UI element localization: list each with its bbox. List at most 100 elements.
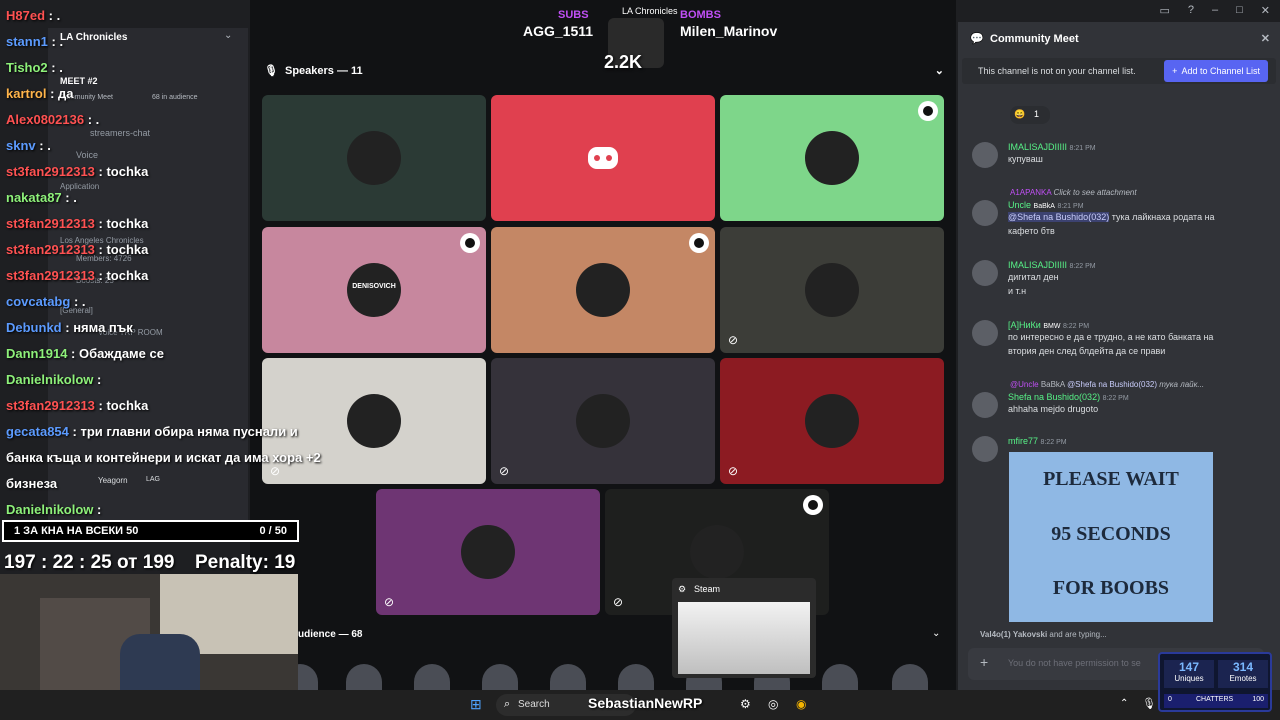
left-player-name: AGG_1511: [523, 23, 594, 39]
message-body: дигитал ден: [1008, 272, 1059, 282]
stream-chat-line: бизнеза: [6, 476, 57, 491]
steam-taskbar-preview[interactable]: ⚙ Steam: [672, 578, 816, 678]
reply-author: A1APANKA: [1010, 188, 1052, 197]
message-author[interactable]: IMALISAJDIIIII: [1008, 260, 1067, 270]
message-time: 8:21 PM: [1069, 145, 1096, 152]
avatar[interactable]: [972, 392, 998, 418]
typing-user: Yakovski: [1012, 630, 1048, 639]
stream-chat-line: sknv : .: [6, 138, 51, 153]
chat-username: st3fan2912313: [6, 242, 95, 257]
chat-username: Alex0802136: [6, 112, 85, 127]
steam-taskbar-icon[interactable]: ⚙: [740, 697, 751, 711]
chevron-down-icon[interactable]: ⌄: [935, 64, 944, 77]
chat-text: :: [97, 502, 102, 517]
message-author[interactable]: Shefa na Bushido(032): [1008, 392, 1100, 402]
close-icon[interactable]: ✕: [1261, 32, 1270, 45]
chat-username: sknv: [6, 138, 36, 153]
minimize-button[interactable]: –: [1212, 4, 1218, 17]
emotes-stat: 314 Emotes: [1218, 660, 1268, 688]
tile-skeleton[interactable]: [720, 95, 944, 221]
timer-value: 197 : 22 : 25: [4, 552, 112, 573]
typing-indicator: Val4o(1) Yakovski and are typing...: [980, 630, 1107, 639]
chat-text: : tochka: [98, 268, 149, 283]
countdown-timer: 197 : 22 : 25 от 199: [4, 552, 174, 574]
message-body: тука лайкнаха родата на: [1111, 212, 1215, 222]
stream-title: SebastianNewRP: [588, 695, 703, 711]
message-header: Uncle BaBkA 8:21 PM: [1008, 200, 1084, 210]
chevron-up-icon[interactable]: ⌃: [1120, 698, 1128, 709]
message-author[interactable]: [A]НиКи: [1008, 320, 1041, 330]
chat-username: st3fan2912313: [6, 164, 95, 179]
windows-start-icon[interactable]: ⊞: [470, 696, 482, 713]
emoji-icon: 😄: [1014, 109, 1026, 119]
muted-mic-icon: ⊘: [499, 464, 510, 478]
chat-text: : Обаждаме се: [71, 346, 164, 361]
stream-chat-line: nakata87 : .: [6, 190, 77, 205]
message-author[interactable]: mfire77: [1008, 436, 1038, 446]
avatar[interactable]: [972, 200, 998, 226]
muted-mic-icon: ⊘: [728, 464, 739, 478]
chrome-taskbar-icon[interactable]: ◉: [796, 697, 806, 711]
message-time: 8:22 PM: [1040, 439, 1067, 446]
add-to-channel-list-button[interactable]: + Add to Channel List: [1164, 60, 1268, 82]
shield-icon: [803, 495, 823, 515]
tile-discord[interactable]: [491, 95, 715, 221]
stream-chat-line: Alex0802136 : .: [6, 112, 99, 127]
chat-text: : .: [51, 60, 63, 75]
avatar[interactable]: [972, 260, 998, 286]
reaction-pill[interactable]: 😄 1: [1010, 106, 1050, 124]
chat-username: Danielnikolow: [6, 372, 94, 387]
reply-preview[interactable]: A1APANKA Click to see attachment: [1010, 188, 1137, 197]
message-text: втория ден след блдейта да се прави: [1008, 346, 1166, 356]
panel-header: 💬 Community Meet ✕: [958, 22, 1280, 56]
stream-chat-line: st3fan2912313 : tochka: [6, 242, 148, 257]
goal-count: 0 / 50: [259, 525, 287, 537]
chatters-max: 100: [1252, 696, 1264, 703]
plus-icon[interactable]: +: [980, 654, 988, 670]
chat-username: st3fan2912313: [6, 216, 95, 231]
avatar[interactable]: [972, 142, 998, 168]
help-icon[interactable]: ?: [1188, 4, 1194, 17]
tile-red-mask[interactable]: ⊘: [720, 358, 944, 484]
avatar[interactable]: [972, 436, 998, 462]
reply-preview[interactable]: @Uncle BaBkA @Shefa na Bushido(032) тука…: [1010, 380, 1204, 389]
monitor-icon[interactable]: ▭: [1159, 4, 1169, 17]
tile-purple-cat[interactable]: ⊘: [376, 489, 600, 615]
webcam-feed: [0, 574, 298, 690]
notice-text: This channel is not on your channel list…: [978, 66, 1136, 76]
avatar[interactable]: [972, 320, 998, 346]
chat-username: gecata854: [6, 424, 69, 439]
chat-text: : да: [50, 86, 74, 101]
app-taskbar-icon[interactable]: ◎: [768, 697, 778, 711]
penalty-counter: Penalty: 19: [195, 552, 296, 573]
message-author[interactable]: IMALISAJDIIIII: [1008, 142, 1067, 152]
stream-channel-title: LA Chronicles: [622, 6, 678, 16]
user-tag: BaBkA: [1033, 203, 1055, 210]
tile-car[interactable]: ⊘: [720, 227, 944, 353]
chatters-label: CHATTERS: [1196, 696, 1234, 703]
tile-man[interactable]: [491, 227, 715, 353]
channel-notice: This channel is not on your channel list…: [962, 58, 1276, 84]
stream-chat-line: Danielnikolow :: [6, 502, 101, 517]
chat-username: Danielnikolow: [6, 502, 94, 517]
goal-progress: 1 ЗА КНА НА ВСЕКИ 50 0 / 50: [2, 520, 299, 542]
tile-bunny[interactable]: ⊘: [491, 358, 715, 484]
speaker-avatar: [805, 394, 859, 448]
search-label: Search: [518, 699, 550, 710]
stream-chat-line: Dann1914 : Обаждаме се: [6, 346, 164, 361]
input-placeholder: You do not have permission to se: [1008, 658, 1141, 668]
maximize-button[interactable]: □: [1236, 4, 1243, 17]
chevron-down-icon[interactable]: ⌄: [932, 628, 940, 639]
reply-text: Click to see attachment: [1053, 188, 1137, 197]
message-author[interactable]: Uncle: [1008, 200, 1031, 210]
stream-chat-line: банка къща и контейнери и искат да има х…: [6, 450, 321, 465]
mention[interactable]: @Shefa na Bushido(032): [1008, 212, 1110, 222]
stream-chat-line: Debunkd : няма пък: [6, 320, 133, 335]
speaker-avatar: [347, 131, 401, 185]
microphone-tray-icon[interactable]: 🎙: [1142, 697, 1156, 710]
speaker-avatar: [805, 131, 859, 185]
message-time: 8:22 PM: [1062, 323, 1090, 330]
close-button[interactable]: ✕: [1261, 4, 1270, 17]
attachment-image[interactable]: PLEASE WAIT 95 SECONDS FOR BOOBS: [1009, 452, 1213, 622]
message-header: [A]НиКи BMW 8:22 PM: [1008, 320, 1089, 330]
